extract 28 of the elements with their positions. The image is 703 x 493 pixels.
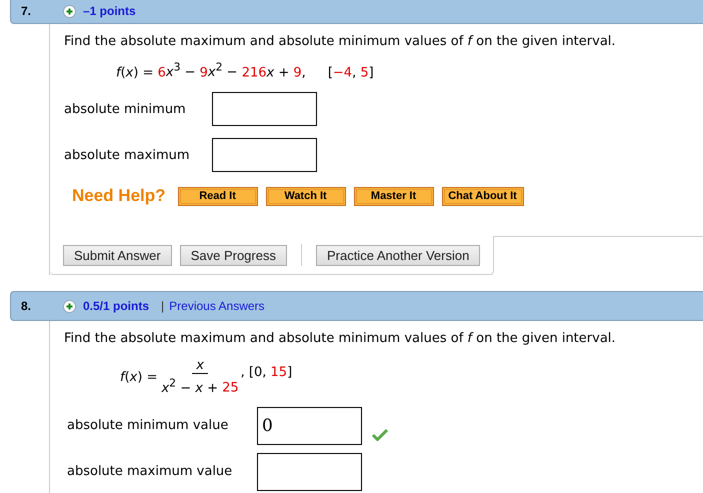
practice-button[interactable]: Practice Another Version [316,244,480,266]
answer-label: absolute minimum [64,102,187,117]
action-button[interactable]: Save Progress [180,244,287,266]
need-help-label: Need Help? [72,186,166,206]
question-prompt: Find the absolute maximum and absolute minimum values of f on the given interval. [64,331,617,346]
function-formula: f(x) = 6x$^{3}$ − 9x$^{2}$ − 216x + 9, [−4, 5] [116,61,375,80]
question-prompt: Find the absolute maximum and absolute minimum values of f on the given interval. [64,34,617,49]
answer-label: absolute maximum value [67,464,234,480]
answer-field[interactable] [212,138,317,172]
points-label: –1 points [83,4,136,18]
answer-field[interactable] [212,92,317,126]
question-number: 8. [20,299,32,314]
help-button[interactable]: Watch It [266,186,346,206]
question-number: 7. [20,4,32,18]
answer-label: absolute minimum value [67,418,230,434]
points-label: 0.5/1 points [83,299,150,314]
action-button[interactable]: Submit Answer [63,244,172,266]
separator-text: | [161,299,164,314]
previous-answers-link[interactable]: Previous Answers [169,299,265,314]
help-button[interactable]: Chat About It [442,186,524,206]
answer-field[interactable] [257,452,362,491]
help-button[interactable]: Master It [354,186,434,206]
answer-field[interactable]: 0 [257,406,362,445]
plus-icon[interactable] [63,4,76,18]
function-formula: f(x) = x x$^{2}$ − x + 25 , [0, 15] [120,358,294,397]
answer-label: absolute maximum [64,148,191,163]
help-button[interactable]: Read It [178,186,258,206]
plus-icon[interactable] [63,300,76,313]
